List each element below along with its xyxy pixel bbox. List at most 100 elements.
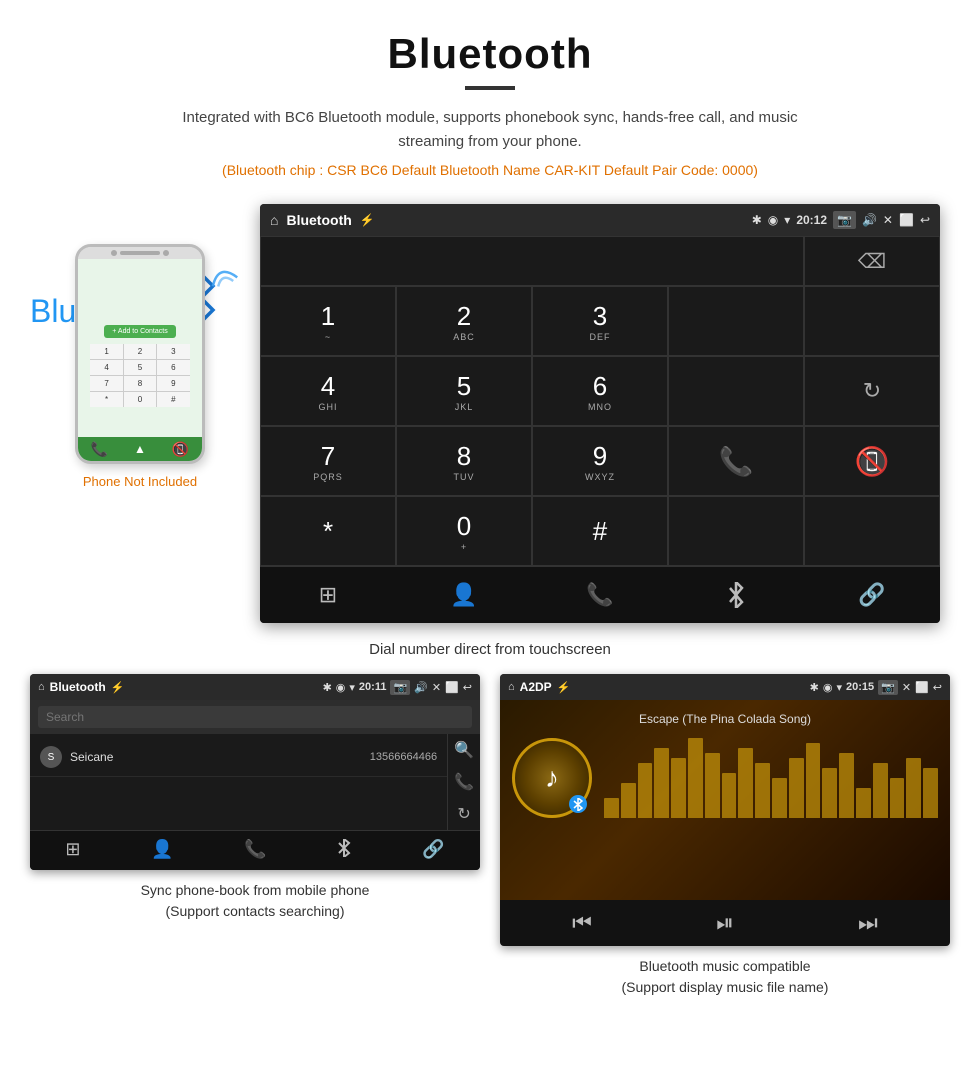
window-icon[interactable]: ⬜ [899,213,914,227]
bluetooth-status-icon: ✱ [752,213,762,227]
next-track-button[interactable]: ⏭ [858,910,878,936]
music-screen-title: A2DP [520,680,552,694]
backspace-icon: ⌫ [858,249,886,274]
empty-cell-2 [804,286,940,356]
dial-key-4[interactable]: 4 GHI [260,356,396,426]
music-status-bar: ⌂ A2DP ⚡ ✱ ◉ ▾ 20:15 📷 ✕ ⬜ ↩ [500,674,950,700]
music-cam-icon[interactable]: 📷 [878,680,898,695]
pb-reload-side-icon[interactable]: ↻ [457,804,470,824]
add-contacts-btn[interactable]: + Add to Contacts [104,325,175,338]
pb-bottom-nav: ⊞ 👤 📞 🔗 [30,830,480,870]
pb-vol-icon[interactable]: 🔊 [414,681,428,694]
time-display: 20:12 [796,213,827,227]
bottom-nav: ⊞ 👤 📞 🔗 [260,566,940,623]
eq-bar [688,738,703,818]
status-right: ✱ ◉ ▾ 20:12 📷 🔊 ✕ ⬜ ↩ [752,211,930,229]
pb-nav-link[interactable]: 🔗 [422,839,444,862]
home-icon[interactable]: ⌂ [270,212,278,228]
music-caption: Bluetooth music compatible(Support displ… [622,956,829,998]
music-time: 20:15 [846,681,874,693]
call-end-button[interactable]: 📵 [804,426,940,496]
signal-icon: ▾ [784,213,790,227]
pb-home-icon[interactable]: ⌂ [38,681,45,693]
search-input[interactable] [38,706,472,728]
music-win-icon[interactable]: ⬜ [915,681,929,694]
pb-cam-icon[interactable]: 📷 [390,680,410,695]
eq-bar [621,783,636,818]
dial-key-7[interactable]: 7 PQRS [260,426,396,496]
eq-bar [638,763,653,818]
nav-phone-icon[interactable]: 📞 [575,577,625,613]
music-close-icon[interactable]: ✕ [902,681,911,694]
pb-nav-apps[interactable]: ⊞ [65,839,80,862]
location-icon: ◉ [768,213,778,227]
contact-number: 13566664466 [370,751,437,763]
volume-icon[interactable]: 🔊 [862,213,877,227]
play-pause-button[interactable]: ⏯ [716,910,734,936]
music-back-icon[interactable]: ↩ [933,681,942,694]
page-title: Bluetooth [20,30,960,78]
pb-signal-icon: ▾ [349,681,355,694]
pb-nav-bt[interactable] [337,839,351,862]
contact-name: Seicane [70,750,370,764]
eq-bar [654,748,669,818]
dial-key-hash[interactable]: # [532,496,668,566]
pb-win-icon[interactable]: ⬜ [445,681,459,694]
screen-title-dial: Bluetooth [286,212,351,228]
eq-bar [738,748,753,818]
contact-list: S Seicane 13566664466 [30,734,447,830]
pb-call-side-icon[interactable]: 📞 [454,772,474,792]
pb-nav-user[interactable]: 👤 [151,839,173,862]
dial-key-3[interactable]: 3 DEF [532,286,668,356]
dial-key-8[interactable]: 8 TUV [396,426,532,496]
pb-search-side-icon[interactable]: 🔍 [454,740,474,760]
dial-key-5[interactable]: 5 JKL [396,356,532,426]
phone-area: Bluetooth; [40,204,240,489]
back-icon[interactable]: ↩ [920,213,930,227]
reload-button[interactable]: ↻ [804,356,940,426]
close-icon[interactable]: ✕ [883,213,893,227]
eq-bar [822,768,837,818]
eq-bar [923,768,938,818]
dial-key-9[interactable]: 9 WXYZ [532,426,668,496]
main-caption: Dial number direct from touchscreen [0,633,980,674]
camera-icon[interactable]: 📷 [833,211,856,229]
call-end-icon: 📵 [855,445,890,478]
album-art-container: ♪ [512,738,592,818]
eq-bar [789,758,804,818]
eq-bar [755,763,770,818]
pb-nav-phone[interactable]: 📞 [244,839,266,862]
pb-back-icon[interactable]: ↩ [463,681,472,694]
dial-key-2[interactable]: 2 ABC [396,286,532,356]
dial-key-star[interactable]: * [260,496,396,566]
music-home-icon[interactable]: ⌂ [508,681,515,693]
pb-status-bar: ⌂ Bluetooth ⚡ ✱ ◉ ▾ 20:11 📷 🔊 ✕ ⬜ ↩ [30,674,480,700]
car-dialpad-screen: ⌂ Bluetooth ⚡ ✱ ◉ ▾ 20:12 📷 🔊 ✕ ⬜ ↩ ⌫ [260,204,940,623]
eq-bar [890,778,905,818]
prev-track-button[interactable]: ⏮ [572,910,592,936]
dial-key-1[interactable]: 1 ~ [260,286,396,356]
phone-screen: + Add to Contacts 1 2 3 4 5 6 7 8 9 * 0 … [78,259,202,464]
pb-close-icon[interactable]: ✕ [432,681,441,694]
eq-bar [839,753,854,818]
bt-badge-icon [569,795,587,813]
title-underline [465,86,515,90]
empty-cell-3 [668,356,804,426]
music-controls: ⏮ ⏯ ⏭ [500,900,950,946]
contact-row[interactable]: S Seicane 13566664466 [30,738,447,777]
music-car-screen: ⌂ A2DP ⚡ ✱ ◉ ▾ 20:15 📷 ✕ ⬜ ↩ Escape (The… [500,674,950,946]
backspace-button[interactable]: ⌫ [804,236,940,286]
nav-link-icon[interactable]: 🔗 [847,577,897,613]
phone-mockup: + Add to Contacts 1 2 3 4 5 6 7 8 9 * 0 … [75,244,205,464]
music-loc-icon: ◉ [823,681,833,694]
call-answer-button[interactable]: 📞 [668,426,804,496]
dial-key-6[interactable]: 6 MNO [532,356,668,426]
nav-bluetooth-icon[interactable] [711,577,761,613]
dial-key-0[interactable]: 0 + [396,496,532,566]
phone-not-included-label: Phone Not Included [83,474,197,489]
nav-apps-icon[interactable]: ⊞ [303,577,353,613]
music-note-icon: ♪ [545,762,559,794]
bottom-screens: ⌂ Bluetooth ⚡ ✱ ◉ ▾ 20:11 📷 🔊 ✕ ⬜ ↩ [0,674,980,1018]
nav-contacts-icon[interactable]: 👤 [439,577,489,613]
pb-bt-icon: ✱ [323,681,332,694]
